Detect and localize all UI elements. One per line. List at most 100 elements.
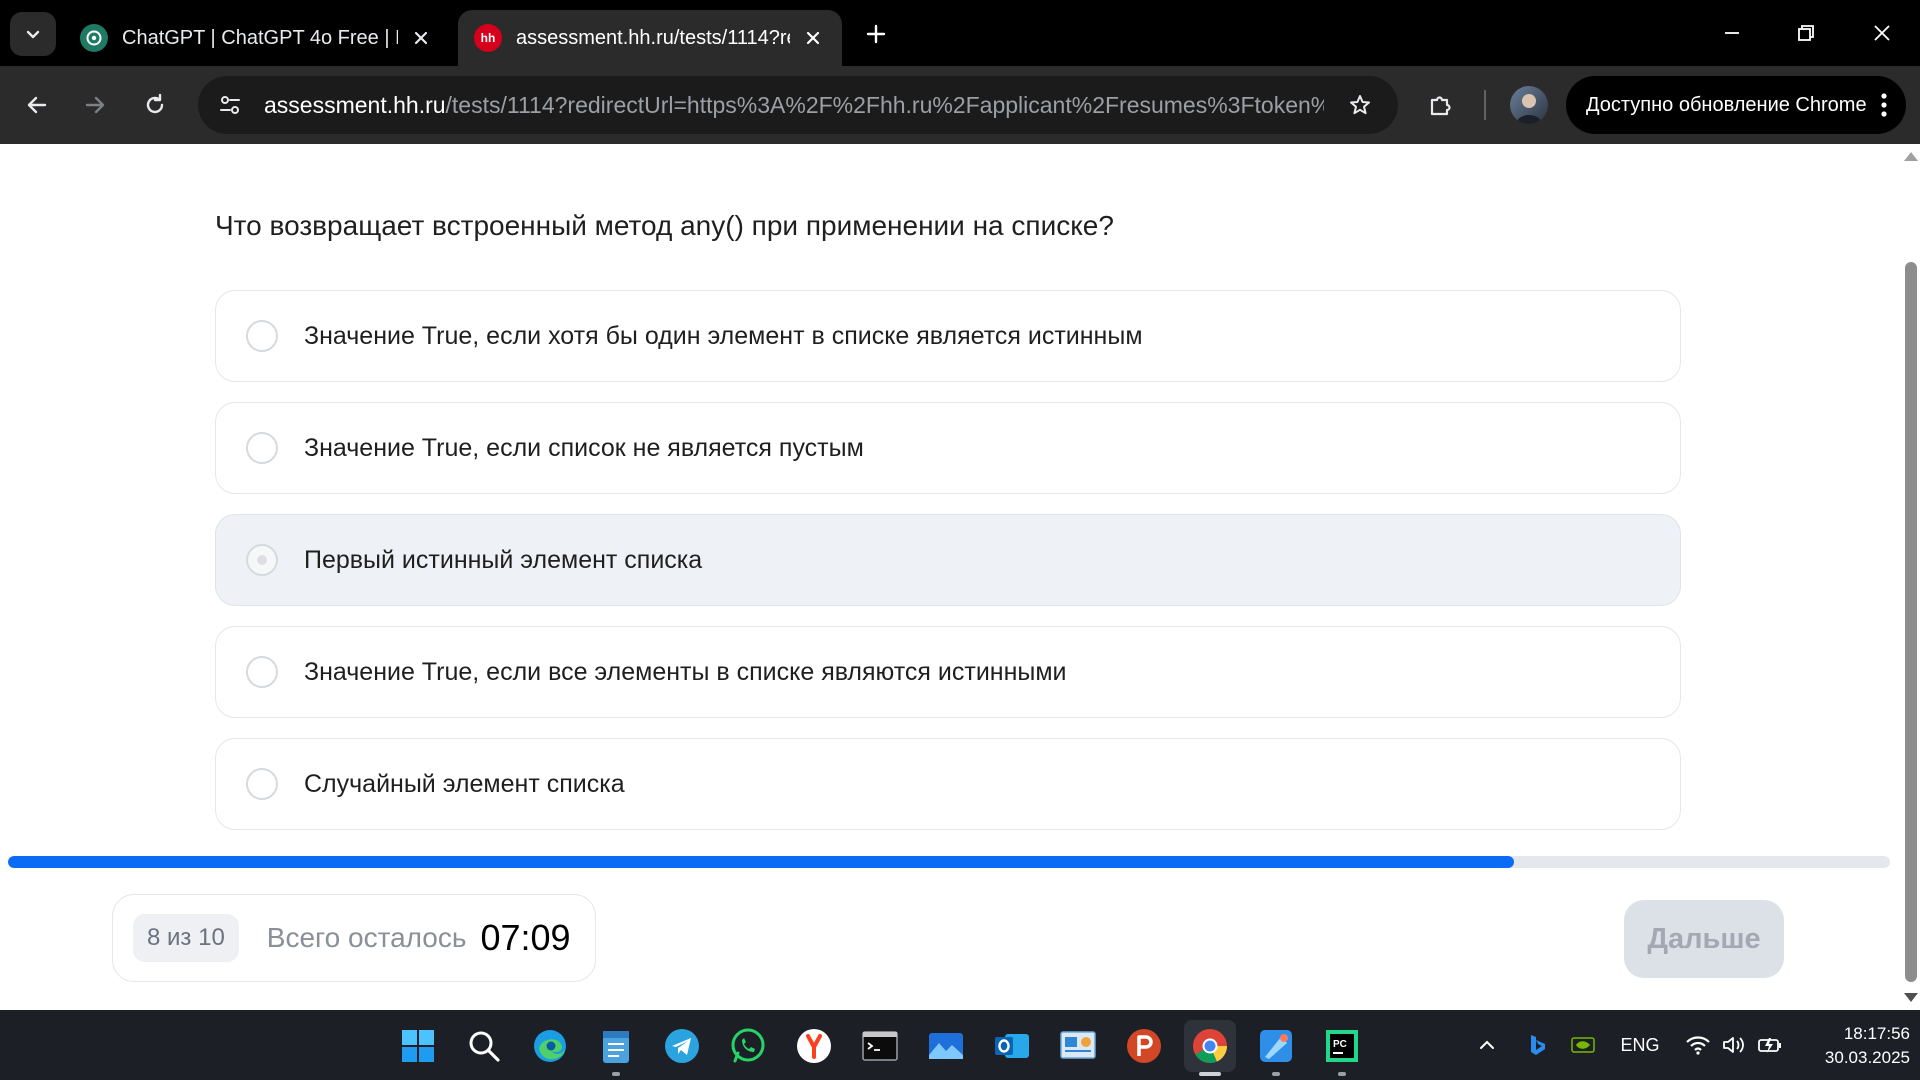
answer-option-2[interactable]: Значение True, если список не является п… xyxy=(215,402,1681,494)
radio-button[interactable] xyxy=(246,768,278,800)
puzzle-icon xyxy=(1430,96,1451,116)
new-tab-button[interactable] xyxy=(856,14,896,54)
tune-icon xyxy=(220,96,240,114)
hh-favicon-text: hh xyxy=(480,31,496,45)
scroll-thumb[interactable] xyxy=(1905,262,1917,982)
minimize-icon xyxy=(1725,32,1739,34)
answer-label: Значение True, если все элементы в списк… xyxy=(304,657,1067,686)
page-scrollbar[interactable] xyxy=(1900,144,1920,1010)
extensions-button[interactable] xyxy=(1418,82,1464,128)
more-vert-icon[interactable] xyxy=(1880,90,1888,126)
pycharm-icon[interactable]: PC xyxy=(1316,1020,1368,1076)
time-remaining-label: Всего осталось xyxy=(266,922,467,953)
url-host: assessment.hh.ru xyxy=(264,91,446,118)
tab-title: assessment.hh.ru/tests/1114?re xyxy=(516,26,790,49)
bing-icon[interactable] xyxy=(1522,1010,1552,1080)
star-icon xyxy=(1350,95,1370,115)
clock-date: 30.03.2025 xyxy=(1824,1048,1910,1067)
answer-option-4[interactable]: Значение True, если все элементы в списк… xyxy=(215,626,1681,718)
chrome-update-button[interactable]: Доступно обновление Chrome xyxy=(1566,76,1906,134)
chevron-up-icon[interactable] xyxy=(1472,1010,1502,1080)
reload-icon xyxy=(146,93,164,114)
minimize-button[interactable] xyxy=(1702,10,1762,56)
answer-label: Случайный элемент списка xyxy=(304,769,625,798)
notepad-icon[interactable] xyxy=(590,1020,642,1076)
windows-taskbar: PC ENG 18:17:56 30.03.2025 xyxy=(0,1010,1920,1080)
paint-icon[interactable] xyxy=(1250,1020,1302,1076)
app-running-indicator xyxy=(1199,1072,1221,1076)
question-counter: 8 из 10 xyxy=(133,914,239,962)
test-page: Что возвращает встроенный метод any() пр… xyxy=(0,144,1900,1010)
windows-start-icon[interactable] xyxy=(392,1020,444,1072)
search-icon[interactable] xyxy=(458,1020,510,1072)
close-icon xyxy=(1874,25,1890,41)
url-path: /tests/1114?redirectUrl=https%3A%2F%2Fhh… xyxy=(445,91,1324,118)
yandex-browser-icon[interactable] xyxy=(788,1020,840,1072)
back-button[interactable] xyxy=(14,82,60,128)
volume-icon[interactable] xyxy=(1718,1010,1750,1080)
answer-option-1[interactable]: Значение True, если хотя бы один элемент… xyxy=(215,290,1681,382)
profile-avatar[interactable] xyxy=(1510,86,1548,124)
powerpoint-p-icon[interactable] xyxy=(1118,1020,1170,1072)
wifi-icon[interactable] xyxy=(1682,1010,1714,1080)
edge-icon[interactable] xyxy=(524,1020,576,1072)
whatsapp-icon[interactable] xyxy=(722,1020,774,1072)
tab-chatgpt[interactable]: ChatGPT | ChatGPT 4o Free | По xyxy=(64,10,450,66)
answer-option-3[interactable]: Первый истинный элемент списка xyxy=(215,514,1681,606)
scroll-up-arrow-icon[interactable] xyxy=(1904,152,1918,161)
control-panel-icon[interactable] xyxy=(1052,1020,1104,1072)
radio-button[interactable] xyxy=(246,656,278,688)
forward-button[interactable] xyxy=(72,82,118,128)
radio-button[interactable] xyxy=(246,544,278,576)
terminal-icon[interactable] xyxy=(854,1020,906,1072)
answer-label: Первый истинный элемент списка xyxy=(304,545,703,574)
app-running-indicator xyxy=(1272,1072,1280,1076)
toolbar-divider xyxy=(1484,90,1486,120)
chevron-down-icon xyxy=(26,30,40,39)
reload-button[interactable] xyxy=(132,82,178,128)
system-clock[interactable]: 18:17:56 30.03.2025 xyxy=(1800,1022,1910,1070)
progress-fill xyxy=(8,856,1514,868)
radio-button[interactable] xyxy=(246,432,278,464)
bookmark-button[interactable] xyxy=(1338,83,1382,127)
address-bar[interactable]: assessment.hh.ru/tests/1114?redirectUrl=… xyxy=(198,76,1398,134)
tab-strip: ChatGPT | ChatGPT 4o Free | По hh assess… xyxy=(0,0,1920,66)
nvidia-icon[interactable] xyxy=(1568,1010,1598,1080)
url-text[interactable]: assessment.hh.ru/tests/1114?redirectUrl=… xyxy=(264,92,1324,119)
restore-button[interactable] xyxy=(1776,10,1836,56)
answer-label: Значение True, если список не является п… xyxy=(304,433,864,462)
update-label: Доступно обновление Chrome xyxy=(1586,93,1867,116)
chrome-icon[interactable] xyxy=(1184,1020,1236,1076)
answer-option-5[interactable]: Случайный элемент списка xyxy=(215,738,1681,830)
outlook-icon[interactable] xyxy=(986,1020,1038,1072)
telegram-icon[interactable] xyxy=(656,1020,708,1072)
svg-text:PC: PC xyxy=(1333,1039,1347,1050)
next-button[interactable]: Дальше xyxy=(1624,900,1784,978)
tab-title: ChatGPT | ChatGPT 4o Free | По xyxy=(122,26,398,49)
close-tab-icon[interactable] xyxy=(408,25,434,51)
language-indicator[interactable]: ENG xyxy=(1616,1010,1664,1080)
restore-icon xyxy=(1798,25,1814,41)
close-window-button[interactable] xyxy=(1852,10,1912,56)
radio-button[interactable] xyxy=(246,320,278,352)
arrow-right-icon xyxy=(85,96,105,114)
app-running-indicator xyxy=(612,1072,620,1076)
arrow-left-icon xyxy=(27,96,47,114)
close-tab-icon[interactable] xyxy=(800,25,826,51)
battery-charging-icon[interactable] xyxy=(1754,1010,1786,1080)
hh-icon: hh xyxy=(474,24,502,52)
site-info-button[interactable] xyxy=(208,83,252,127)
question-text: Что возвращает встроенный метод any() пр… xyxy=(215,210,1114,241)
plus-icon xyxy=(866,24,886,44)
test-status: 8 из 10 Всего осталось 07:09 xyxy=(112,894,596,982)
chatgpt-icon xyxy=(80,24,108,52)
clock-time: 18:17:56 xyxy=(1843,1024,1910,1043)
browser-toolbar: assessment.hh.ru/tests/1114?redirectUrl=… xyxy=(0,66,1920,144)
photos-icon[interactable] xyxy=(920,1020,972,1072)
tab-assessment[interactable]: hh assessment.hh.ru/tests/1114?re xyxy=(458,10,842,66)
scroll-down-arrow-icon[interactable] xyxy=(1904,993,1918,1002)
answer-label: Значение True, если хотя бы один элемент… xyxy=(304,321,1143,350)
tab-search-button[interactable] xyxy=(10,12,56,56)
progress-bar xyxy=(8,856,1890,868)
countdown-timer: 07:09 xyxy=(480,917,571,958)
